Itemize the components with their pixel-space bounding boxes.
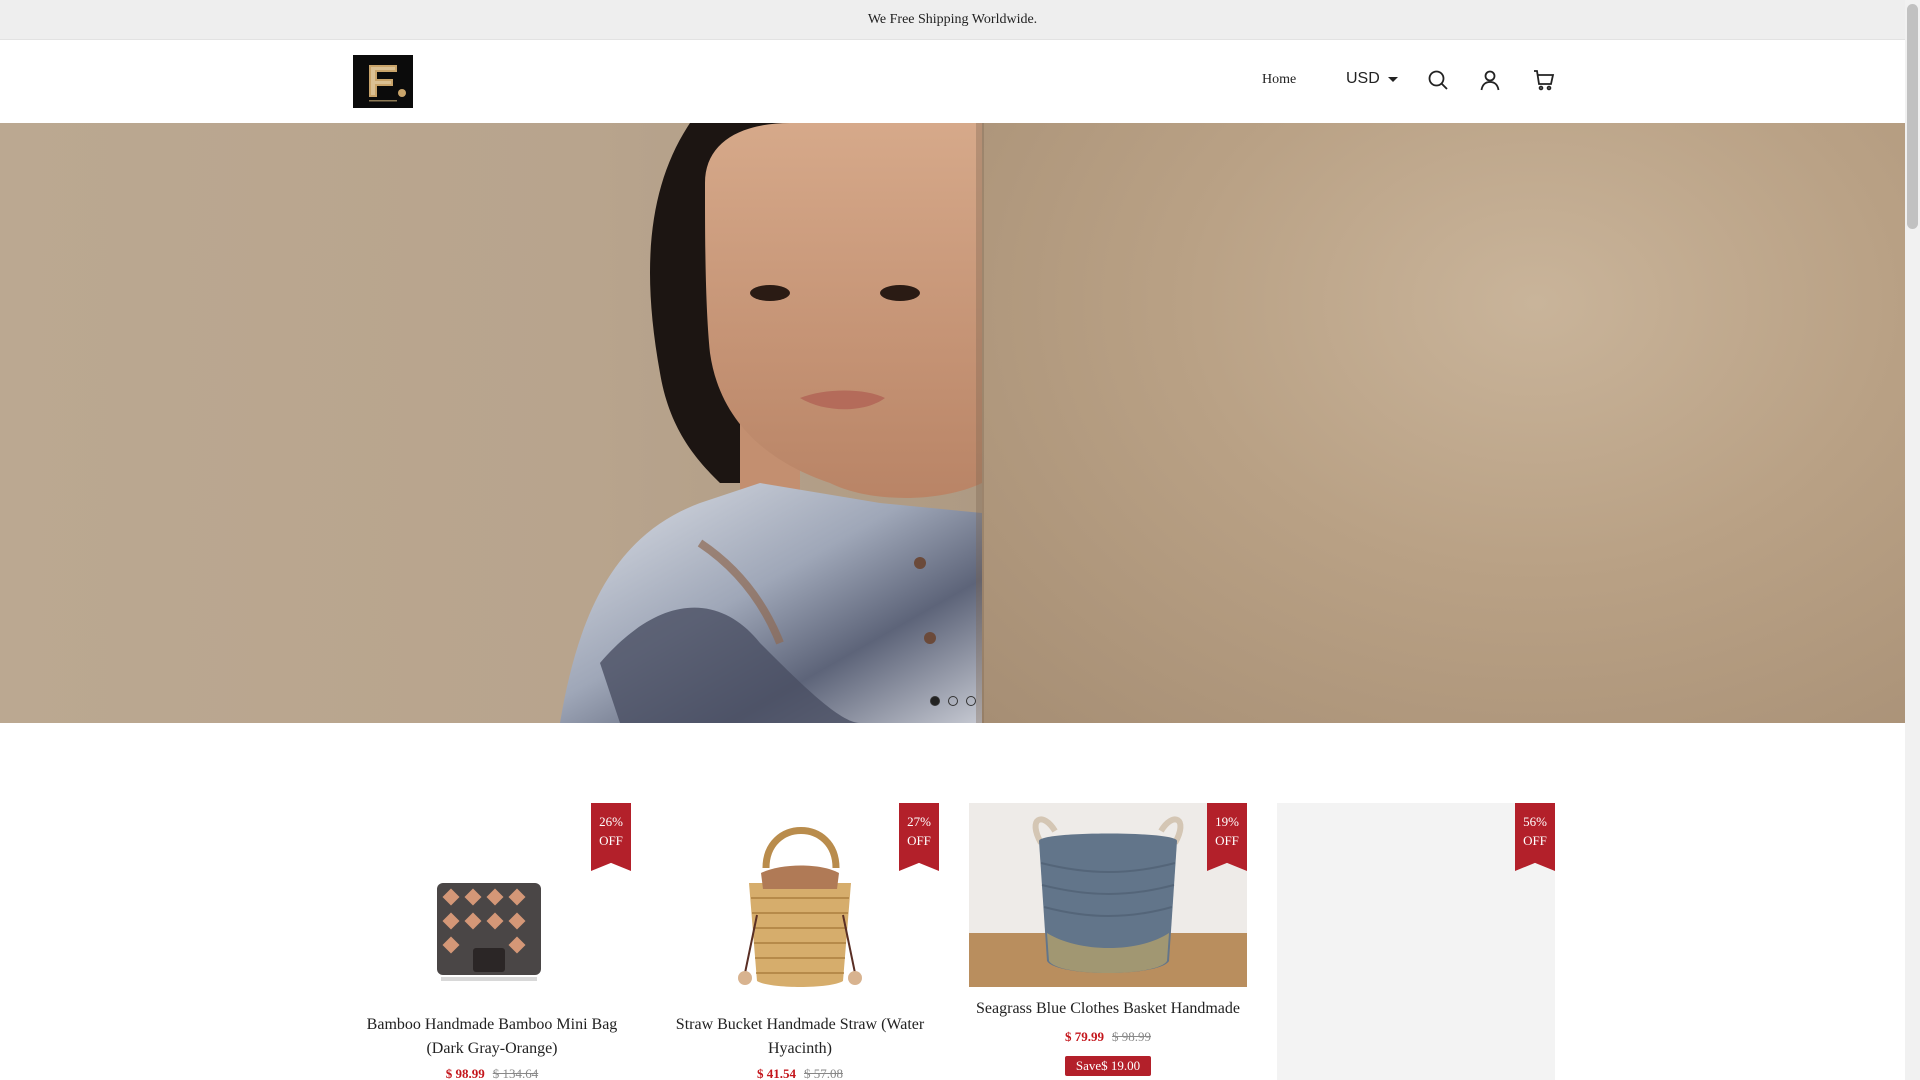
- scrollbar-thumb[interactable]: [1907, 4, 1918, 229]
- compare-price: $ 134.64: [492, 1066, 539, 1080]
- seagrass-basket-image: [969, 803, 1247, 987]
- product-prices: $ 41.54 $ 57.08: [661, 1066, 939, 1080]
- product-title[interactable]: Seagrass Blue Clothes Basket Handmade: [969, 997, 1247, 1021]
- product-card[interactable]: 56% OFF: [1277, 803, 1555, 1080]
- product-title[interactable]: Bamboo Handmade Bamboo Mini Bag (Dark Gr…: [353, 1013, 631, 1061]
- slider-dots: [930, 696, 976, 706]
- store-logo[interactable]: [353, 55, 413, 108]
- logo-mark-icon: [353, 55, 413, 108]
- sale-price: $ 98.99: [445, 1066, 485, 1080]
- product-card[interactable]: 26% OFF Bamboo Handmade Bamboo Mini Bag …: [353, 803, 631, 1080]
- slide-dot-1[interactable]: [930, 696, 940, 706]
- cart-icon[interactable]: [1532, 68, 1556, 92]
- currency-value: USD: [1346, 70, 1380, 87]
- mini-bag-image: [437, 883, 541, 981]
- product-image[interactable]: 26% OFF: [353, 803, 631, 1003]
- sale-price: $ 79.99: [1065, 1029, 1104, 1044]
- product-image[interactable]: 27% OFF: [661, 803, 939, 1003]
- announcement-text: We Free Shipping Worldwide.: [867, 11, 1038, 27]
- slide-dot-2[interactable]: [948, 696, 958, 706]
- search-icon[interactable]: [1426, 68, 1450, 92]
- sale-price: $ 41.54: [757, 1066, 796, 1080]
- page-scrollbar[interactable]: [1905, 0, 1920, 1080]
- discount-badge: 27% OFF: [899, 803, 939, 871]
- slide-dot-3[interactable]: [966, 696, 976, 706]
- announcement-bar: We Free Shipping Worldwide.: [0, 0, 1905, 40]
- hero-banner[interactable]: [0, 123, 1905, 723]
- product-card[interactable]: 27% OFF Straw Bucket Handmade Straw (Wat…: [661, 803, 939, 1080]
- product-image[interactable]: 19% OFF: [969, 803, 1247, 987]
- product-card[interactable]: 19% OFF Seagrass Blue Clothes Basket Han…: [969, 803, 1247, 1080]
- site-header: Home USD: [0, 40, 1905, 123]
- currency-selector[interactable]: USD: [1346, 70, 1398, 88]
- product-prices: $ 79.99 $ 98.99: [969, 1029, 1247, 1045]
- user-icon[interactable]: [1478, 68, 1502, 92]
- save-badge: Save$ 19.00: [1065, 1056, 1151, 1076]
- nav-home-link[interactable]: Home: [1262, 72, 1296, 88]
- discount-badge: 19% OFF: [1207, 803, 1247, 871]
- discount-badge: 26% OFF: [591, 803, 631, 871]
- caret-down-icon: [1387, 76, 1398, 82]
- hero-image: [560, 123, 984, 723]
- product-title[interactable]: Straw Bucket Handmade Straw (Water Hyaci…: [661, 1013, 939, 1061]
- compare-price: $ 98.99: [1112, 1029, 1151, 1044]
- product-image-placeholder[interactable]: 56% OFF: [1277, 803, 1555, 1080]
- product-prices: $ 98.99 $ 134.64: [353, 1066, 631, 1080]
- discount-badge: 56% OFF: [1515, 803, 1555, 871]
- product-grid: 26% OFF Bamboo Handmade Bamboo Mini Bag …: [353, 803, 1555, 1080]
- compare-price: $ 57.08: [804, 1066, 843, 1080]
- straw-bucket-image: [738, 827, 862, 987]
